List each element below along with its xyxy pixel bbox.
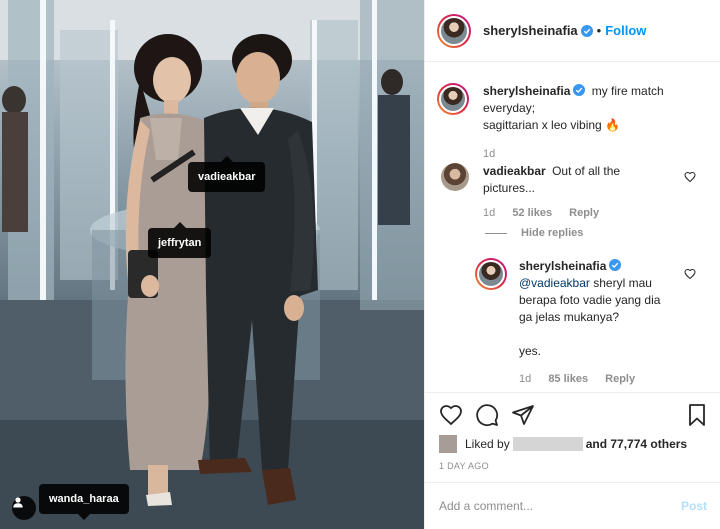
share-icon[interactable] (511, 403, 535, 427)
reply-text: ga jelas mukanya? (519, 310, 620, 324)
comment-username[interactable]: vadieakbar (483, 164, 546, 178)
liked-by-prefix: Liked by (465, 437, 510, 451)
verified-icon (609, 259, 622, 271)
show-tags-button[interactable] (12, 496, 36, 520)
comment-item: vadieakbar Out of all the pictures... 1d… (441, 163, 689, 219)
comment-likes[interactable]: 52 likes (512, 207, 552, 219)
comment-icon[interactable] (475, 403, 499, 427)
likes-count[interactable]: and 77,774 others (586, 437, 687, 451)
author-username[interactable]: sherylsheinafia (483, 23, 578, 38)
photo-tag-jeffrytan[interactable]: jeffrytan (148, 222, 212, 258)
reply-likes[interactable]: 85 likes (548, 373, 588, 385)
author-avatar[interactable] (437, 83, 469, 115)
hide-replies-button[interactable]: Hide replies (485, 227, 583, 239)
follow-button[interactable]: Follow (605, 23, 646, 38)
caption-time[interactable]: 1d (483, 148, 495, 160)
header-separator: • (596, 23, 602, 38)
heart-icon[interactable] (439, 403, 463, 427)
reply-time[interactable]: 1d (519, 373, 531, 385)
post-side-panel: sherylsheinafia • Follow sherylsheinafia… (424, 0, 720, 529)
reply-text: sheryl mau (589, 276, 652, 290)
reply-username[interactable]: sherylsheinafia (519, 259, 606, 273)
photo-scene (0, 0, 424, 529)
author-avatar[interactable] (437, 13, 471, 48)
reply-avatar[interactable] (475, 258, 507, 290)
add-comment-bar: Post (425, 482, 720, 529)
reply-mention[interactable]: @vadieakbar (519, 276, 590, 290)
comment-heart-icon[interactable] (684, 171, 696, 183)
post-comment-button[interactable]: Post (681, 499, 707, 513)
caption-text: everyday; (483, 101, 536, 115)
photo-tag-wanda_haraa[interactable]: wanda_haraa (39, 484, 129, 520)
caption-text: sagittarian x leo vibing 🔥 (483, 118, 621, 132)
hide-replies-label: Hide replies (521, 227, 584, 239)
liker-avatar[interactable] (439, 435, 457, 453)
reply-text: berapa foto vadie yang dia (519, 293, 661, 307)
verified-icon (580, 24, 593, 37)
comment-heart-icon[interactable] (684, 268, 696, 280)
comments-list[interactable]: sherylsheinafia my fire match everyday; … (425, 63, 720, 391)
user-tag-icon (13, 497, 23, 508)
post-date[interactable]: 1 DAY AGO (439, 461, 489, 471)
caption-username[interactable]: sherylsheinafia (483, 84, 570, 98)
reply-button[interactable]: Reply (605, 373, 635, 385)
caption: sherylsheinafia my fire match everyday; … (437, 83, 703, 160)
reply-text: yes. (519, 344, 542, 358)
reply-button[interactable]: Reply (569, 207, 599, 219)
comment-text: Out of all the (552, 164, 621, 178)
verified-icon (573, 84, 586, 96)
comment-time[interactable]: 1d (483, 207, 495, 219)
comment-text: pictures... (483, 181, 536, 195)
likes-summary[interactable]: Liked by and 77,774 others (439, 435, 687, 453)
liker-name-redacted[interactable] (512, 437, 583, 451)
post-header: sherylsheinafia • Follow (425, 0, 720, 62)
photo-tag-label: wanda_haraa (49, 493, 119, 505)
caption-text: my fire match (591, 84, 664, 98)
photo-tag-label: vadieakbar (198, 171, 256, 183)
reply-item: sherylsheinafia @vadieakbar sheryl mau b… (475, 258, 689, 385)
post-photo[interactable]: vadieakbar jeffrytan wanda_haraa (0, 0, 424, 529)
commenter-avatar[interactable] (441, 163, 469, 191)
comment-input[interactable] (439, 499, 659, 513)
photo-tag-vadieakbar[interactable]: vadieakbar (188, 156, 266, 192)
photo-tag-label: jeffrytan (158, 237, 202, 249)
post-actions: Liked by and 77,774 others 1 DAY AGO (425, 392, 720, 482)
bookmark-icon[interactable] (685, 403, 709, 427)
hide-replies-line (485, 232, 507, 234)
